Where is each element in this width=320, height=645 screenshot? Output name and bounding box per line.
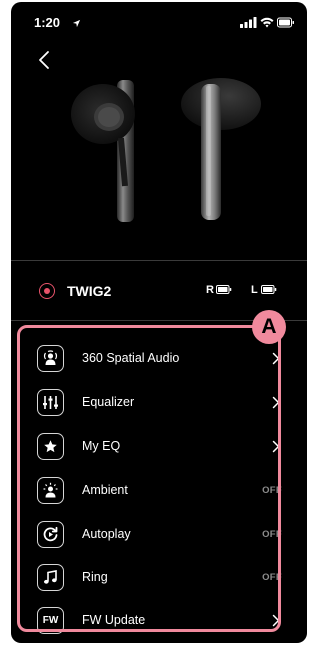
left-battery-icon	[261, 285, 277, 294]
annotation-badge: A	[252, 310, 286, 344]
wifi-icon	[260, 17, 274, 28]
status-icons	[240, 15, 294, 33]
earbuds-image	[61, 76, 261, 226]
battery-icon	[277, 17, 294, 28]
right-battery-icon	[216, 285, 232, 294]
left-earbud-label: L	[251, 284, 258, 296]
connection-status-dot	[39, 283, 55, 299]
annotation-highlight-box	[17, 325, 281, 632]
cellular-signal-icon	[240, 17, 257, 28]
device-name: TWIG2	[67, 283, 112, 299]
divider	[11, 260, 307, 261]
chevron-left-icon	[39, 51, 49, 69]
right-earbud-label: R	[206, 284, 214, 296]
location-arrow-icon	[72, 15, 81, 33]
status-bar: 1:20	[11, 2, 307, 40]
back-button[interactable]	[34, 49, 54, 71]
status-time: 1:20	[34, 15, 61, 30]
device-status-row: TWIG2 R L	[11, 272, 307, 312]
